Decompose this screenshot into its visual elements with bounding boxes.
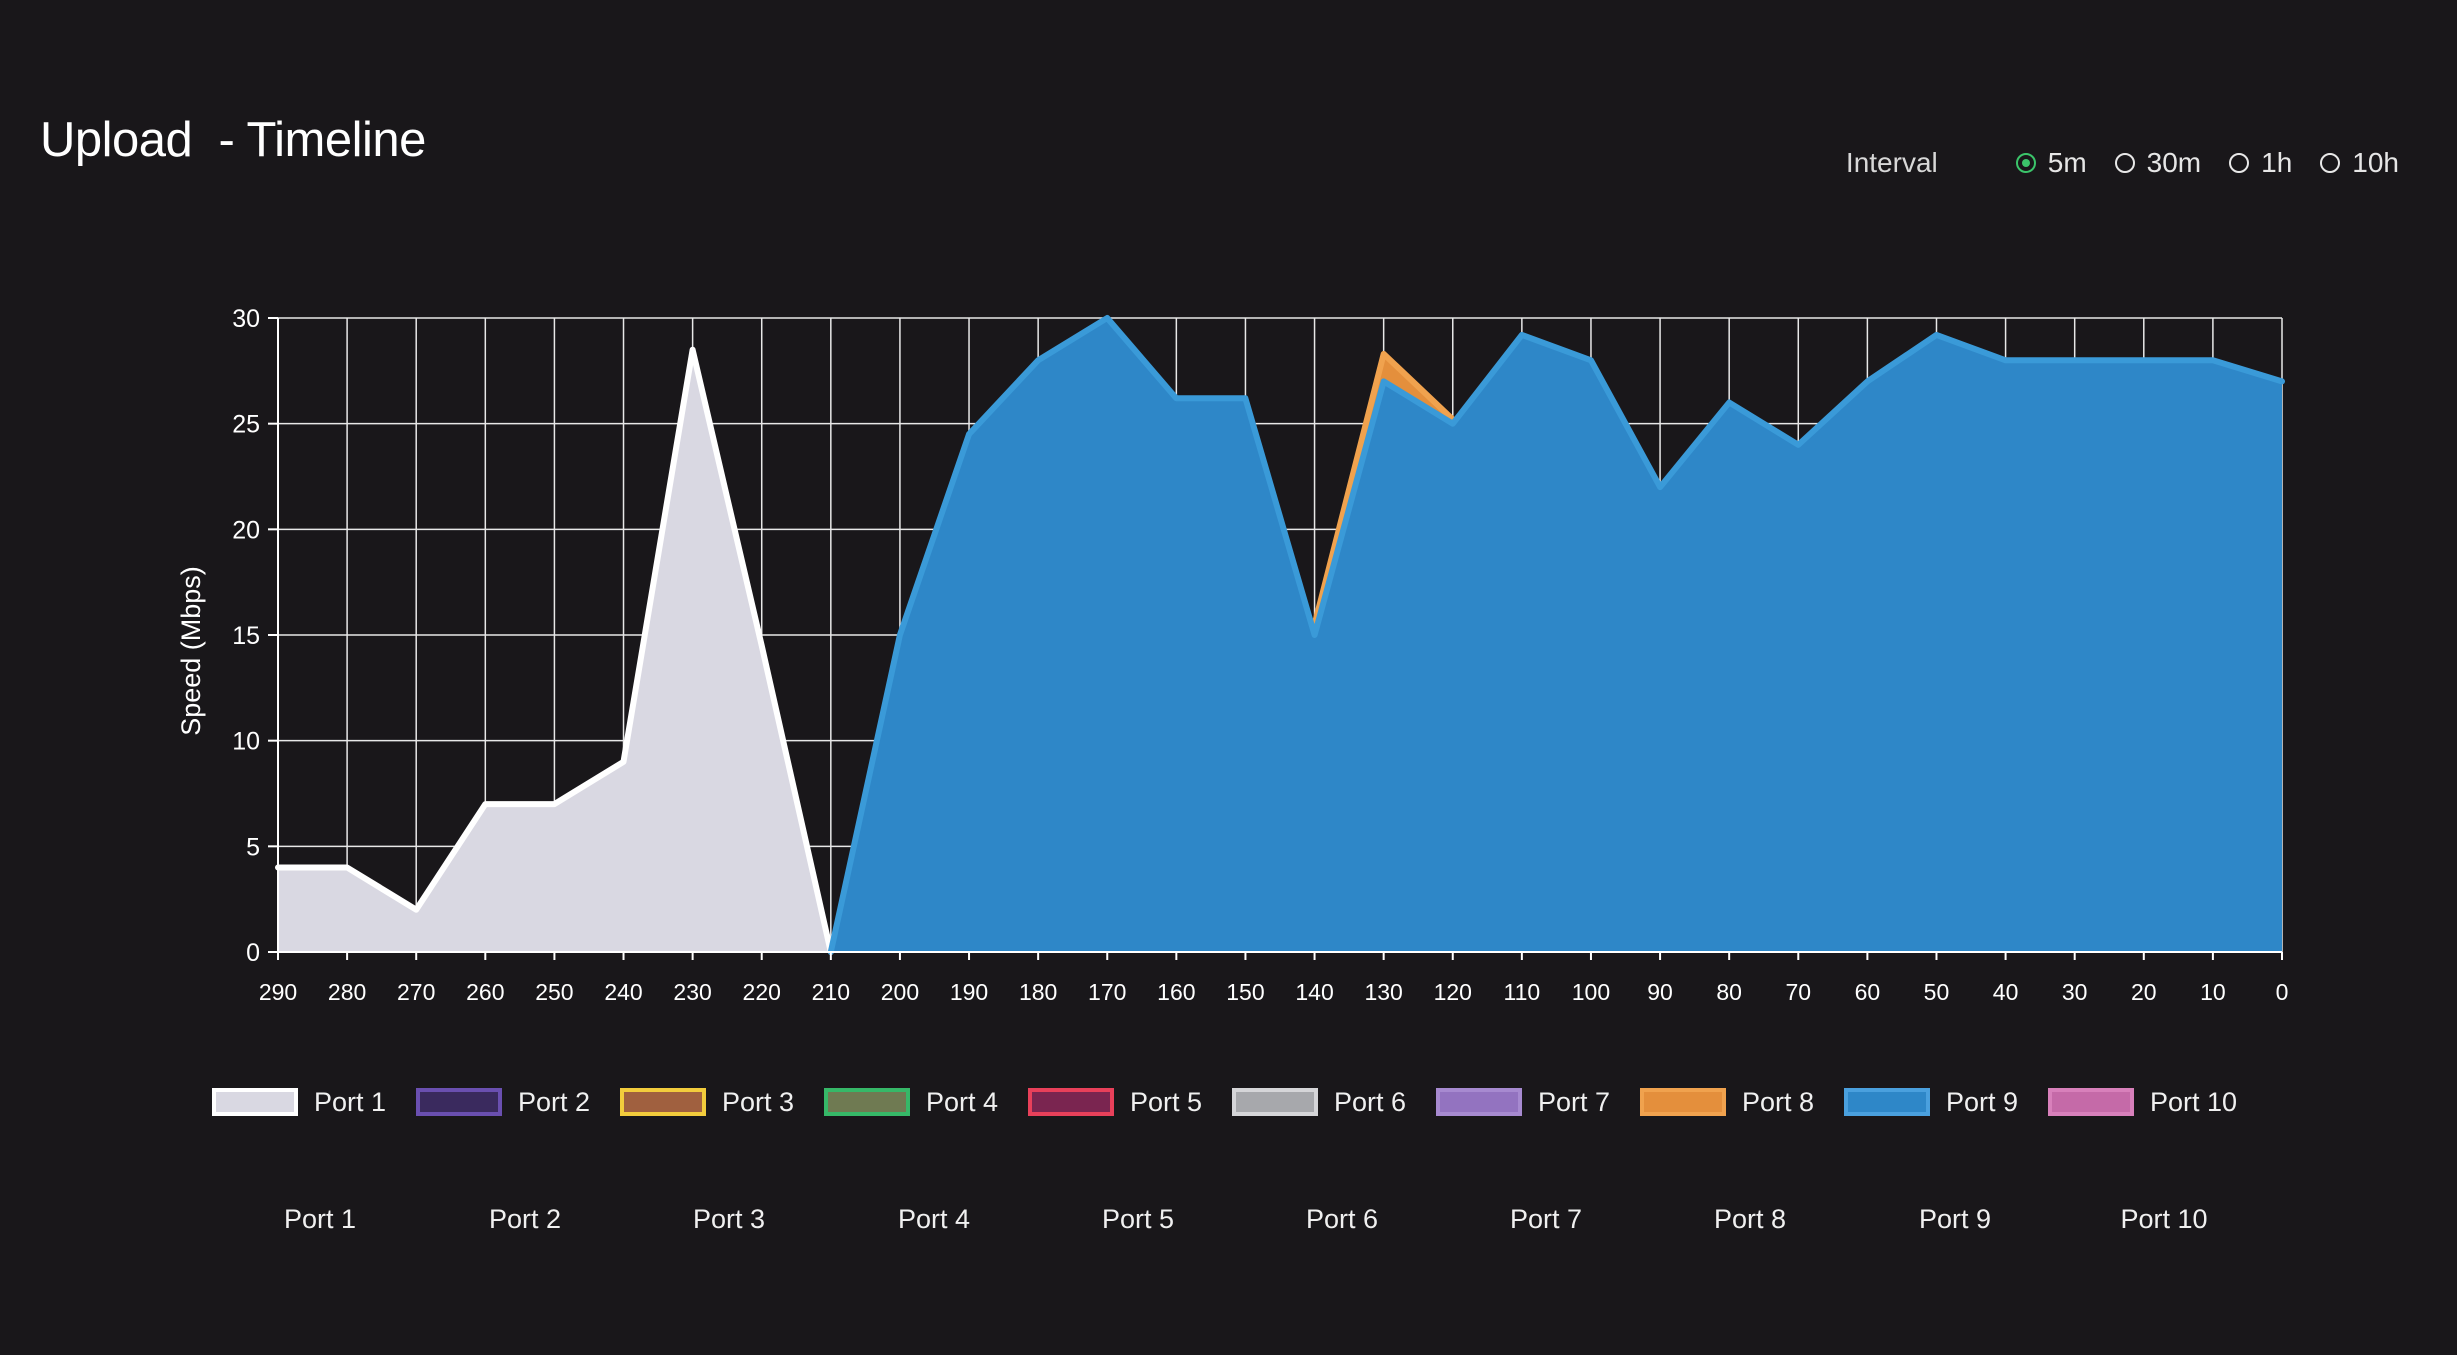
legend-label: Port 6 <box>1334 1086 1407 1117</box>
y-tick-label: 5 <box>246 833 260 861</box>
y-tick-label: 0 <box>246 939 260 967</box>
legend-swatch <box>1436 1088 1522 1116</box>
legend-label: Port 3 <box>722 1086 795 1117</box>
legend-item-port-6[interactable]: Port 6 <box>1232 1087 1436 1118</box>
x-tick-label: 90 <box>1647 979 1673 1005</box>
legend-label: Port 1 <box>314 1086 387 1117</box>
x-tick-label: 240 <box>604 979 642 1005</box>
legend-swatch <box>212 1088 298 1116</box>
x-tick-label: 280 <box>328 979 366 1005</box>
legend-item-port-7[interactable]: Port 7 <box>1436 1087 1640 1118</box>
x-tick-label: 20 <box>2131 979 2157 1005</box>
y-tick-label: 20 <box>232 516 260 544</box>
x-tick-label: 30 <box>2062 979 2088 1005</box>
port-label: Port 6 <box>1305 1204 1379 1234</box>
x-tick-label: 190 <box>950 979 988 1005</box>
x-tick-label: 50 <box>1924 979 1950 1005</box>
port-label: Port 9 <box>1918 1204 1992 1234</box>
port-label: Port 10 <box>2120 1204 2208 1234</box>
x-tick-label: 150 <box>1226 979 1264 1005</box>
legend-item-port-10[interactable]: Port 10 <box>2048 1087 2252 1118</box>
legend-swatch <box>1028 1088 1114 1116</box>
upload-timeline-chart: 290 280 270 260 250 240 230 220 210 200 190 180 170 1… <box>176 305 2289 1005</box>
x-tick-label: 120 <box>1434 979 1472 1005</box>
legend-label: Port 7 <box>1538 1086 1611 1117</box>
legend-swatch <box>1640 1088 1726 1116</box>
legend-label: Port 2 <box>518 1086 591 1117</box>
x-tick-label: 60 <box>1855 979 1881 1005</box>
legend-label: Port 9 <box>1946 1086 2019 1117</box>
y-axis-label: Speed (Mbps) <box>176 566 206 736</box>
port-label-row: Port 1 Port 2 Port 3 Port 4 Port 5 Port 6 Port… <box>0 1204 2457 1244</box>
legend-item-port-4[interactable]: Port 4 <box>824 1087 1028 1118</box>
legend-item-port-2[interactable]: Port 2 <box>416 1087 620 1118</box>
x-tick-label: 40 <box>1993 979 2019 1005</box>
legend-item-port-3[interactable]: Port 3 <box>620 1087 824 1118</box>
x-tick-label: 0 <box>2276 979 2289 1005</box>
x-tick-label: 100 <box>1572 979 1610 1005</box>
y-tick-label: 25 <box>232 411 260 439</box>
y-tick-label: 15 <box>232 622 260 650</box>
port-label: Port 2 <box>488 1204 562 1234</box>
chart-legend: Port 1 Port 2 Port 3 Port 4 Port 5 Port 6 Port… <box>212 1082 2252 1122</box>
x-tick-label: 110 <box>1504 979 1541 1005</box>
port-label: Port 7 <box>1509 1204 1583 1234</box>
legend-item-port-8[interactable]: Port 8 <box>1640 1087 1844 1118</box>
area-port-9 <box>830 318 2282 952</box>
legend-label: Port 10 <box>2150 1086 2238 1117</box>
legend-swatch <box>824 1088 910 1116</box>
y-tick-label: 10 <box>232 728 260 756</box>
legend-swatch <box>416 1088 502 1116</box>
x-tick-label: 270 <box>397 979 435 1005</box>
x-tick-label: 230 <box>673 979 711 1005</box>
x-tick-label: 220 <box>743 979 781 1005</box>
x-tick-label: 200 <box>881 979 919 1005</box>
x-tick-label: 140 <box>1295 979 1333 1005</box>
legend-item-port-9[interactable]: Port 9 <box>1844 1087 2048 1118</box>
x-tick-label: 70 <box>1785 979 1811 1005</box>
port-label: Port 3 <box>692 1204 766 1234</box>
legend-label: Port 4 <box>926 1086 999 1117</box>
port-label: Port 8 <box>1713 1204 1787 1234</box>
x-tick-label: 250 <box>535 979 573 1005</box>
y-tick-label: 30 <box>232 305 260 333</box>
x-tick-label: 170 <box>1088 979 1126 1005</box>
x-tick-label: 260 <box>466 979 504 1005</box>
x-tick-label: 10 <box>2200 979 2226 1005</box>
port-label: Port 5 <box>1101 1204 1175 1234</box>
x-tick-label: 130 <box>1364 979 1402 1005</box>
x-tick-label: 210 <box>812 979 850 1005</box>
legend-item-port-1[interactable]: Port 1 <box>212 1087 416 1118</box>
legend-label: Port 5 <box>1130 1086 1203 1117</box>
x-tick-label: 290 <box>259 979 297 1005</box>
port-label: Port 4 <box>897 1204 971 1234</box>
port-label: Port 1 <box>283 1204 357 1234</box>
legend-swatch <box>1232 1088 1318 1116</box>
x-tick-label: 180 <box>1019 979 1057 1005</box>
legend-swatch <box>620 1088 706 1116</box>
legend-swatch <box>1844 1088 1930 1116</box>
x-tick-label: 160 <box>1157 979 1195 1005</box>
legend-item-port-5[interactable]: Port 5 <box>1028 1087 1232 1118</box>
x-tick-label: 80 <box>1716 979 1742 1005</box>
legend-swatch <box>2048 1088 2134 1116</box>
legend-label: Port 8 <box>1742 1086 1815 1117</box>
